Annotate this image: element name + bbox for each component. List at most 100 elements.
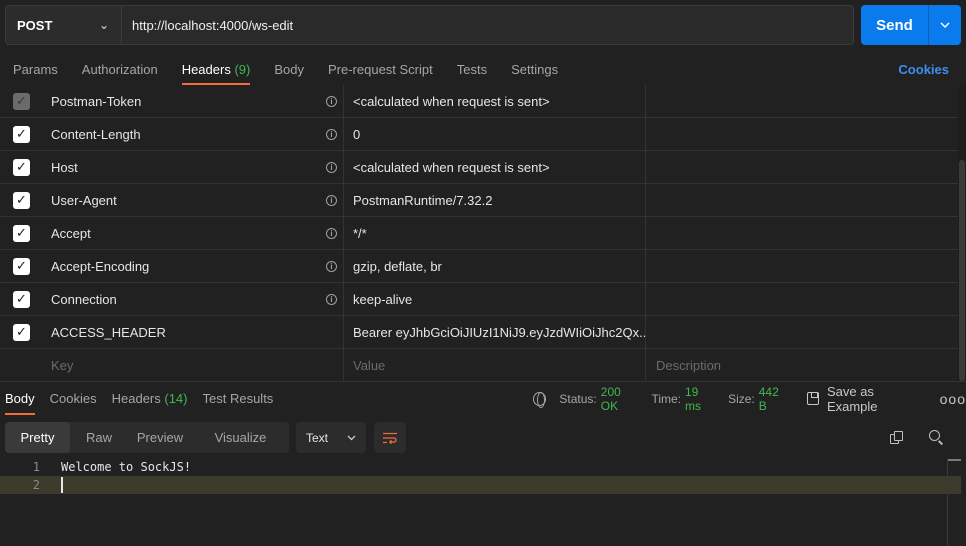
tab-label: Headers (111, 391, 161, 406)
search-icon[interactable] (929, 430, 944, 445)
checkbox-cell: ✓ (0, 118, 43, 150)
header-description[interactable] (646, 283, 958, 315)
send-button[interactable]: Send (861, 5, 928, 45)
tab-label: Body (5, 391, 35, 406)
status-value[interactable]: 200 OK (601, 385, 640, 413)
mode-preview[interactable]: Preview (128, 422, 192, 453)
header-description[interactable] (646, 316, 958, 348)
header-description[interactable] (646, 184, 958, 216)
method-label: POST (17, 17, 53, 33)
status-label: Status: (559, 391, 597, 406)
scrollbar-thumb[interactable] (959, 160, 965, 381)
chevron-down-icon (940, 22, 950, 28)
header-value[interactable]: */* (344, 217, 646, 249)
tab-response-cookies[interactable]: Cookies (50, 382, 97, 415)
header-key[interactable]: Accept-Encoding i (43, 250, 344, 282)
cookies-link[interactable]: Cookies (898, 62, 949, 77)
checkbox[interactable]: ✓ (13, 158, 30, 176)
header-description[interactable] (646, 217, 958, 249)
tab-params[interactable]: Params (13, 53, 58, 85)
new-key-input[interactable]: Key (43, 349, 344, 381)
request-bar: POST ⌄ http://localhost:4000/ws-edit (5, 5, 854, 45)
tab-authorization[interactable]: Authorization (82, 53, 158, 85)
tab-settings[interactable]: Settings (511, 53, 558, 85)
new-description-input[interactable]: Description (646, 349, 958, 381)
header-value[interactable]: Bearer eyJhbGciOiJIUzI1NiJ9.eyJzdWIiOiJh… (344, 316, 646, 348)
save-as-example-button[interactable]: Save as Example (806, 384, 923, 414)
checkbox[interactable]: ✓ (13, 290, 30, 308)
header-key[interactable]: Content-Length i (43, 118, 344, 150)
tab-tests[interactable]: Tests (457, 53, 487, 85)
checkbox-cell: ✓ (0, 250, 43, 282)
size-value[interactable]: 442 B (759, 385, 789, 413)
info-icon[interactable]: i (326, 260, 337, 272)
headers-table: ✓ Postman-Token i <calculated when reques… (0, 85, 958, 382)
new-value-input[interactable]: Value (344, 349, 646, 381)
tab-label: Params (13, 62, 58, 77)
tab-count: (9) (234, 62, 251, 77)
size-label: Size: (728, 391, 755, 406)
mode-visualize[interactable]: Visualize (192, 422, 289, 453)
header-value[interactable]: <calculated when request is sent> (344, 151, 646, 183)
tab-pre-request-script[interactable]: Pre-request Script (328, 53, 433, 85)
info-icon[interactable]: i (326, 128, 337, 140)
header-key[interactable]: Connection i (43, 283, 344, 315)
header-key[interactable]: Accept i (43, 217, 344, 249)
header-value[interactable]: <calculated when request is sent> (344, 85, 646, 117)
checkbox[interactable]: ✓ (13, 257, 30, 275)
search-icon-handle (938, 440, 944, 445)
info-icon[interactable]: i (326, 293, 337, 305)
header-value[interactable]: 0 (344, 118, 646, 150)
header-key[interactable]: User-Agent i (43, 184, 344, 216)
checkbox[interactable]: ✓ (13, 323, 30, 341)
header-value[interactable]: keep-alive (344, 283, 646, 315)
info-icon[interactable]: i (326, 161, 337, 173)
checkbox[interactable]: ✓ (13, 125, 30, 143)
info-icon[interactable]: i (326, 194, 337, 206)
tab-test-results[interactable]: Test Results (203, 382, 274, 415)
globe-icon[interactable] (533, 391, 547, 408)
wrap-lines-button[interactable] (374, 422, 406, 453)
checkbox-cell: ✓ (0, 316, 43, 348)
url-input[interactable]: http://localhost:4000/ws-edit (122, 5, 854, 45)
request-tabs: Params Authorization Headers (9) Body Pr… (0, 53, 966, 85)
info-icon[interactable]: i (326, 95, 337, 107)
chevron-down-icon (347, 435, 356, 440)
header-value[interactable]: gzip, deflate, br (344, 250, 646, 282)
send-options-button[interactable] (928, 5, 961, 45)
code-text: Welcome to SockJS! (61, 460, 192, 474)
chevron-down-icon: ⌄ (98, 18, 109, 32)
tab-label: Tests (456, 62, 488, 77)
checkbox[interactable]: ✓ (13, 191, 30, 209)
time-value[interactable]: 19 ms (685, 385, 716, 413)
copy-icon[interactable] (890, 431, 903, 444)
response-body-editor[interactable]: 1 Welcome to SockJS! 2 (0, 457, 966, 546)
method-select[interactable]: POST ⌄ (5, 5, 122, 45)
send-button-group: Send (861, 5, 961, 45)
info-icon[interactable]: i (326, 227, 337, 239)
header-description[interactable] (646, 118, 958, 150)
checkbox-cell (0, 349, 43, 381)
header-description[interactable] (646, 250, 958, 282)
tab-label: Headers (181, 62, 231, 77)
header-value[interactable]: PostmanRuntime/7.32.2 (344, 184, 646, 216)
language-select[interactable]: Text (296, 422, 366, 453)
editor-scroll-marker (948, 459, 961, 461)
checkbox[interactable]: ✓ (13, 224, 30, 242)
tab-response-body[interactable]: Body (5, 382, 35, 415)
header-description[interactable] (646, 151, 958, 183)
tab-label: Test Results (202, 391, 274, 406)
header-key[interactable]: Postman-Token i (43, 85, 344, 117)
header-key[interactable]: Host i (43, 151, 344, 183)
time-label: Time: (651, 391, 681, 406)
header-key[interactable]: ACCESS_HEADER (43, 316, 344, 348)
tab-response-headers[interactable]: Headers (14) (112, 382, 188, 415)
tab-body[interactable]: Body (274, 53, 304, 85)
tab-headers[interactable]: Headers (9) (181, 53, 251, 85)
response-bar: Body Cookies Headers (14) Test Results S… (0, 381, 966, 415)
editor-scrollbar[interactable] (947, 459, 961, 546)
more-options-icon[interactable]: ooo (940, 391, 966, 407)
mode-pretty[interactable]: Pretty (5, 422, 70, 453)
mode-raw[interactable]: Raw (70, 422, 128, 453)
header-description[interactable] (646, 85, 958, 117)
